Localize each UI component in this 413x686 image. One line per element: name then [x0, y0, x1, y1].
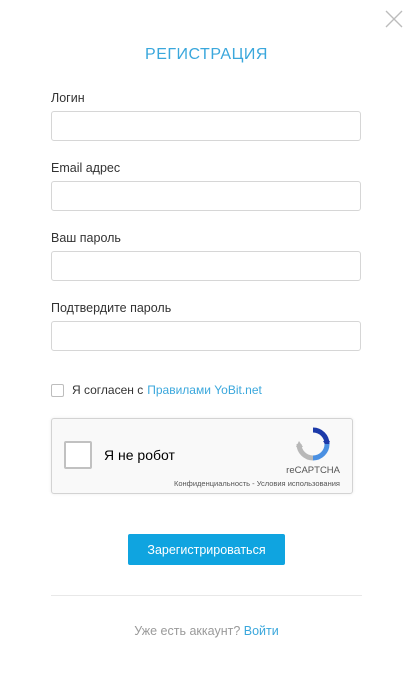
agree-checkbox[interactable]: [51, 383, 64, 397]
email-label: Email адрес: [51, 161, 121, 175]
login-link[interactable]: Войти: [244, 624, 279, 638]
login-prompt: Уже есть аккаунт? Войти: [0, 624, 413, 638]
login-prompt-text: Уже есть аккаунт?: [134, 624, 241, 638]
confirm-password-input[interactable]: [51, 321, 361, 351]
agree-text: Я согласен с: [72, 383, 144, 397]
recaptcha-checkbox[interactable]: [64, 441, 92, 469]
rules-link[interactable]: Правилами YoBit.net: [147, 383, 262, 397]
recaptcha-links[interactable]: Конфиденциальность - Условия использован…: [174, 479, 340, 488]
password-label: Ваш пароль: [51, 231, 121, 245]
register-button[interactable]: Зарегистрироваться: [128, 534, 285, 565]
registration-modal: РЕГИСТРАЦИЯ Логин Email адрес Ваш пароль…: [0, 0, 413, 686]
password-input[interactable]: [51, 251, 361, 281]
agree-row: Я согласен с Правилами YoBit.net: [51, 383, 262, 397]
recaptcha-label: Я не робот: [104, 447, 175, 463]
confirm-password-label: Подтвердите пароль: [51, 301, 172, 315]
email-input[interactable]: [51, 181, 361, 211]
recaptcha-logo-icon: [296, 427, 330, 461]
recaptcha-brand: reCAPTCHA: [286, 465, 340, 476]
close-icon[interactable]: [383, 8, 405, 30]
login-input[interactable]: [51, 111, 361, 141]
divider: [51, 595, 362, 596]
recaptcha-widget: Я не робот reCAPTCHA Конфиденциальность …: [51, 418, 353, 494]
page-title: РЕГИСТРАЦИЯ: [145, 46, 268, 63]
login-label: Логин: [51, 91, 85, 105]
